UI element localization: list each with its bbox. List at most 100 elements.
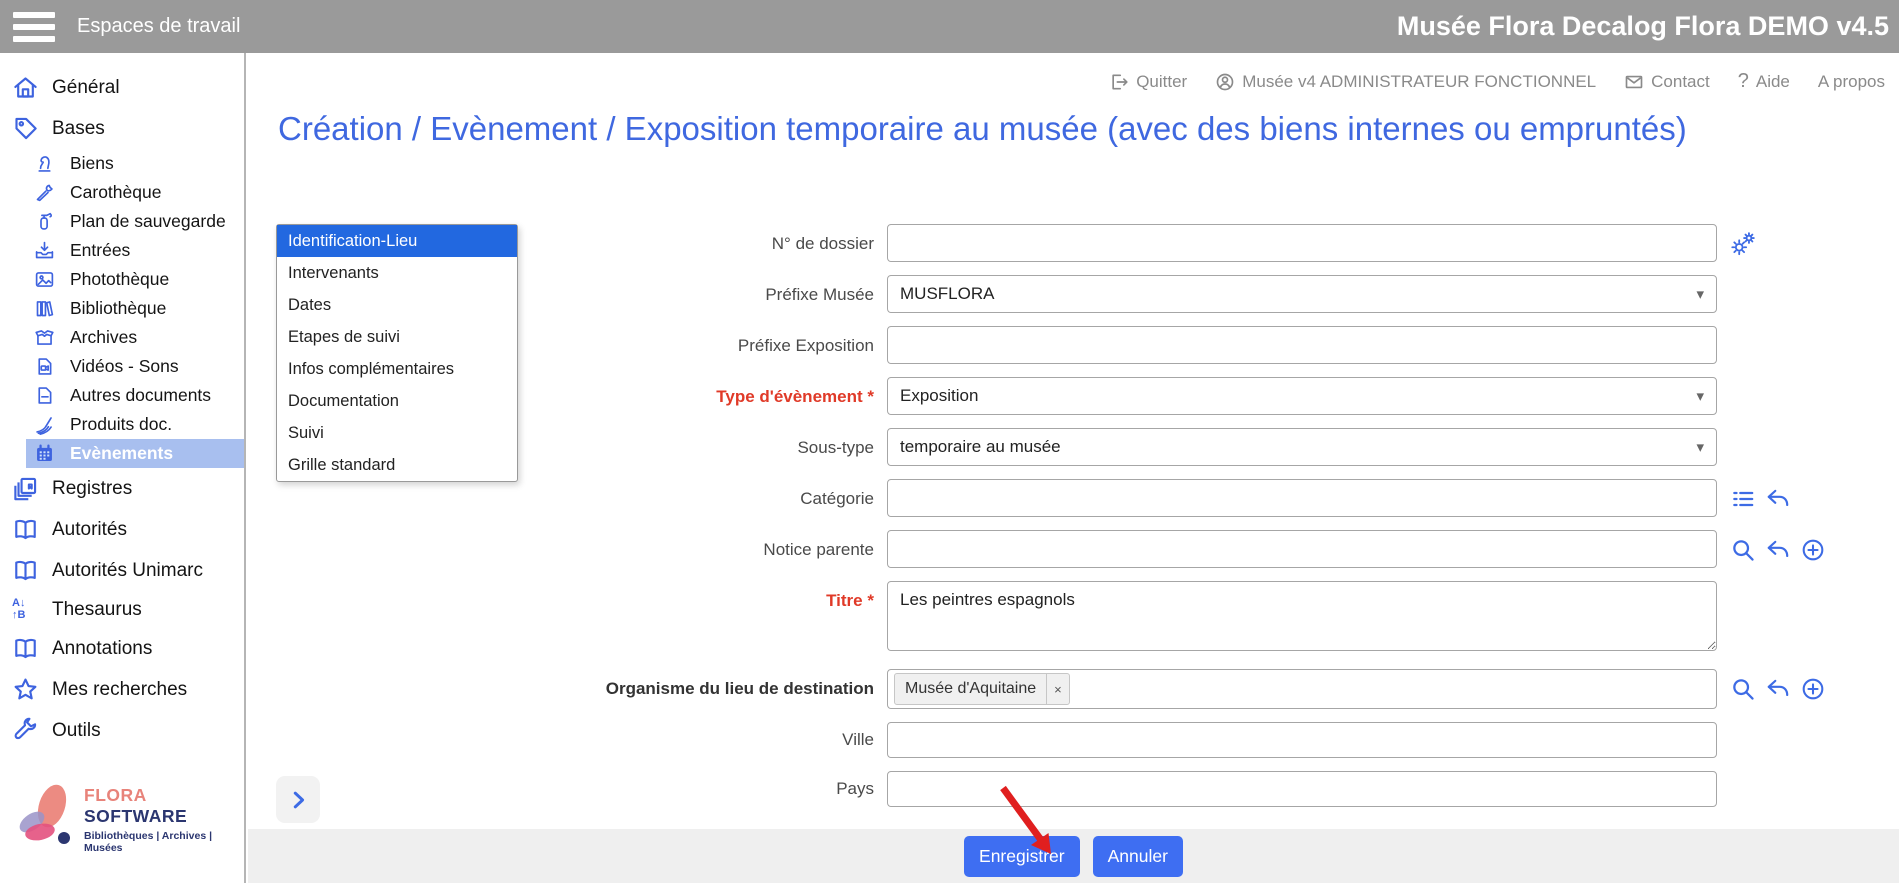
notice-parente-input[interactable] (887, 530, 1717, 568)
sidebar-item-videos-sons[interactable]: Vidéos - Sons (26, 352, 244, 381)
search-icon[interactable] (1730, 676, 1756, 702)
quit-label: Quitter (1136, 72, 1187, 92)
dossier-input[interactable] (887, 224, 1717, 262)
top-bar: Espaces de travail Musée Flora Decalog F… (0, 0, 1899, 53)
logo-tagline: Bibliothèques | Archives | Musées (84, 830, 244, 854)
mail-icon (1624, 72, 1644, 92)
app-title: Musée Flora Decalog Flora DEMO v4.5 (1397, 0, 1889, 53)
field-label: Préfixe Musée (596, 275, 874, 305)
form-row-ville: Ville (596, 722, 1826, 758)
application-window: Espaces de travail Musée Flora Decalog F… (0, 0, 1899, 883)
sidebar-item-label: Bases (52, 118, 105, 140)
sidebar-item-outils[interactable]: Outils (0, 710, 244, 751)
sous-type-select[interactable]: temporaire au musée▾ (887, 428, 1717, 466)
tab-suivi[interactable]: Suivi (277, 417, 517, 449)
save-button[interactable]: Enregistrer (964, 836, 1080, 877)
sidebar-item-registres[interactable]: Registres (0, 468, 244, 509)
field-label: N° de dossier (596, 224, 874, 254)
calendar-icon (34, 443, 55, 464)
ville-input[interactable] (887, 722, 1717, 758)
tab-dates[interactable]: Dates (277, 289, 517, 321)
contact-link[interactable]: Contact (1624, 72, 1710, 92)
tab-grille-standard[interactable]: Grille standard (277, 449, 517, 481)
sidebar-item-autres-documents[interactable]: Autres documents (26, 381, 244, 410)
chip-remove-icon[interactable]: × (1046, 674, 1069, 704)
form-row-organisme: Organisme du lieu de destination Musée d… (596, 669, 1826, 709)
field-label: Préfixe Exposition (596, 326, 874, 356)
open-book-icon (12, 635, 39, 662)
about-label: A propos (1818, 72, 1885, 92)
undo-arrow-icon[interactable] (1765, 537, 1791, 563)
chip-label: Musée d'Aquitaine (895, 674, 1046, 704)
sidebar-item-mes-recherches[interactable]: Mes recherches (0, 669, 244, 710)
organisme-chip-field[interactable]: Musée d'Aquitaine × (887, 669, 1717, 709)
pays-input[interactable] (887, 771, 1717, 807)
sidebar-item-bibliotheque[interactable]: Bibliothèque (26, 294, 244, 323)
chevron-down-icon: ▾ (1696, 387, 1704, 405)
form-row-titre: Titre * Les peintres espagnols (596, 581, 1826, 656)
sidebar-item-plan-sauvegarde[interactable]: Plan de sauvegarde (26, 207, 244, 236)
form-row-categorie: Catégorie (596, 479, 1826, 517)
tab-documentation[interactable]: Documentation (277, 385, 517, 417)
sidebar-item-carotheque[interactable]: Carothèque (26, 178, 244, 207)
add-circle-icon[interactable] (1800, 537, 1826, 563)
flora-software-logo: FLORA SOFTWARE Bibliothèques | Archives … (14, 782, 244, 857)
search-icon[interactable] (1730, 537, 1756, 563)
sidebar-item-autorites-unimarc[interactable]: Autorités Unimarc (0, 550, 244, 591)
sidebar: Général Bases Biens Carothèque Plan de s… (0, 53, 246, 883)
form-row-type-evenement: Type d'évènement * Exposition▾ (596, 377, 1826, 415)
undo-arrow-icon[interactable] (1765, 486, 1791, 512)
user-account-link[interactable]: Musée v4 ADMINISTRATEUR FONCTIONNEL (1215, 72, 1596, 92)
tab-infos-complementaires[interactable]: Infos complémentaires (277, 353, 517, 385)
registers-icon (12, 475, 39, 502)
open-book-icon (12, 516, 39, 543)
sidebar-item-biens[interactable]: Biens (26, 149, 244, 178)
image-icon (34, 269, 55, 290)
sidebar-item-label: Thesaurus (52, 599, 142, 621)
about-link[interactable]: A propos (1818, 72, 1885, 92)
titre-textarea[interactable]: Les peintres espagnols (887, 581, 1717, 651)
sidebar-item-phototheque[interactable]: Photothèque (26, 265, 244, 294)
sidebar-item-general[interactable]: Général (0, 67, 244, 108)
sidebar-item-label: Annotations (52, 638, 152, 660)
quit-link[interactable]: Quitter (1109, 72, 1187, 92)
sidebar-item-thesaurus[interactable]: A↓↑B Thesaurus (0, 591, 244, 628)
stacked-papers-icon (34, 414, 55, 435)
prefixe-musee-select[interactable]: MUSFLORA▾ (887, 275, 1717, 313)
undo-arrow-icon[interactable] (1765, 676, 1791, 702)
carrot-icon (34, 182, 55, 203)
sidebar-item-entrees[interactable]: Entrées (26, 236, 244, 265)
list-icon[interactable] (1730, 486, 1756, 512)
categorie-input[interactable] (887, 479, 1717, 517)
sidebar-item-label: Registres (52, 478, 132, 500)
star-icon (12, 676, 39, 703)
sidebar-item-evenements[interactable]: Evènements (26, 439, 244, 468)
expand-panel-button[interactable] (276, 776, 320, 823)
inbox-download-icon (34, 240, 55, 261)
hamburger-menu-icon[interactable] (13, 12, 55, 42)
tab-intervenants[interactable]: Intervenants (277, 257, 517, 289)
help-link[interactable]: ? Aide (1738, 70, 1790, 93)
tab-etapes-de-suivi[interactable]: Etapes de suivi (277, 321, 517, 353)
add-circle-icon[interactable] (1800, 676, 1826, 702)
logo-wordmark: FLORA SOFTWARE (84, 785, 244, 827)
sidebar-item-annotations[interactable]: Annotations (0, 628, 244, 669)
sidebar-item-bases[interactable]: Bases (0, 108, 244, 149)
sidebar-item-label: Autres documents (70, 385, 211, 406)
sidebar-item-autorites[interactable]: Autorités (0, 509, 244, 550)
sidebar-item-archives[interactable]: Archives (26, 323, 244, 352)
workspace-label[interactable]: Espaces de travail (77, 15, 240, 38)
field-label-required: Titre * (596, 581, 874, 611)
sidebar-item-produits-doc[interactable]: Produits doc. (26, 410, 244, 439)
gears-icon[interactable] (1730, 231, 1756, 257)
type-evenement-select[interactable]: Exposition▾ (887, 377, 1717, 415)
sidebar-item-label: Bibliothèque (70, 298, 166, 319)
sidebar-item-label: Mes recherches (52, 679, 187, 701)
cancel-button[interactable]: Annuler (1093, 836, 1183, 877)
open-box-icon (34, 327, 55, 348)
prefixe-exposition-input[interactable] (887, 326, 1717, 364)
field-label: Catégorie (596, 479, 874, 509)
tab-identification-lieu[interactable]: Identification-Lieu (277, 225, 517, 257)
contact-label: Contact (1651, 72, 1710, 92)
form-row-sous-type: Sous-type temporaire au musée▾ (596, 428, 1826, 466)
